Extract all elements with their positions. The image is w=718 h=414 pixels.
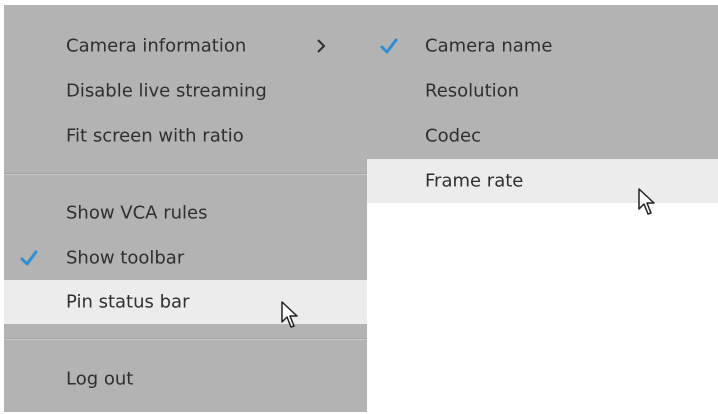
menu-item-show-toolbar[interactable]: Show toolbar bbox=[4, 236, 367, 280]
check-icon bbox=[380, 38, 398, 54]
submenu-item-label: Resolution bbox=[425, 80, 520, 102]
menu-item-label: Log out bbox=[66, 368, 134, 390]
submenu-item-frame-rate[interactable]: Frame rate bbox=[367, 159, 718, 203]
menu-item-label: Fit screen with ratio bbox=[66, 125, 244, 147]
menu-item-label: Camera information bbox=[66, 35, 247, 57]
menu-item-label: Show toolbar bbox=[66, 247, 185, 269]
submenu-item-codec[interactable]: Codec bbox=[367, 114, 718, 158]
submenu-item-label: Frame rate bbox=[425, 170, 524, 192]
submenu-item-label: Camera name bbox=[425, 35, 553, 57]
menu-item-label: Show VCA rules bbox=[66, 202, 208, 224]
screen: Camera information Disable live streamin… bbox=[0, 0, 718, 414]
submenu-item-label: Codec bbox=[425, 125, 481, 147]
mouse-pointer-icon bbox=[638, 188, 655, 215]
menu-item-label: Disable live streaming bbox=[66, 80, 267, 102]
chevron-right-icon bbox=[317, 39, 326, 53]
menu-item-pin-status-bar[interactable]: Pin status bar bbox=[4, 280, 367, 324]
camera-information-submenu: Camera name Resolution Codec Frame rate bbox=[367, 5, 718, 203]
context-menu: Camera information Disable live streamin… bbox=[4, 5, 367, 412]
menu-separator bbox=[4, 338, 367, 340]
submenu-item-resolution[interactable]: Resolution bbox=[367, 69, 718, 113]
submenu-item-camera-name[interactable]: Camera name bbox=[367, 24, 718, 68]
menu-item-camera-information[interactable]: Camera information bbox=[4, 24, 367, 68]
menu-item-label: Pin status bar bbox=[66, 291, 190, 313]
menu-item-fit-screen-with-ratio[interactable]: Fit screen with ratio bbox=[4, 114, 367, 158]
menu-item-log-out[interactable]: Log out bbox=[4, 357, 367, 401]
mouse-pointer-icon bbox=[281, 301, 298, 328]
menu-separator bbox=[4, 173, 367, 175]
menu-item-disable-live-streaming[interactable]: Disable live streaming bbox=[4, 69, 367, 113]
menu-item-show-vca-rules[interactable]: Show VCA rules bbox=[4, 191, 367, 235]
check-icon bbox=[20, 250, 38, 266]
